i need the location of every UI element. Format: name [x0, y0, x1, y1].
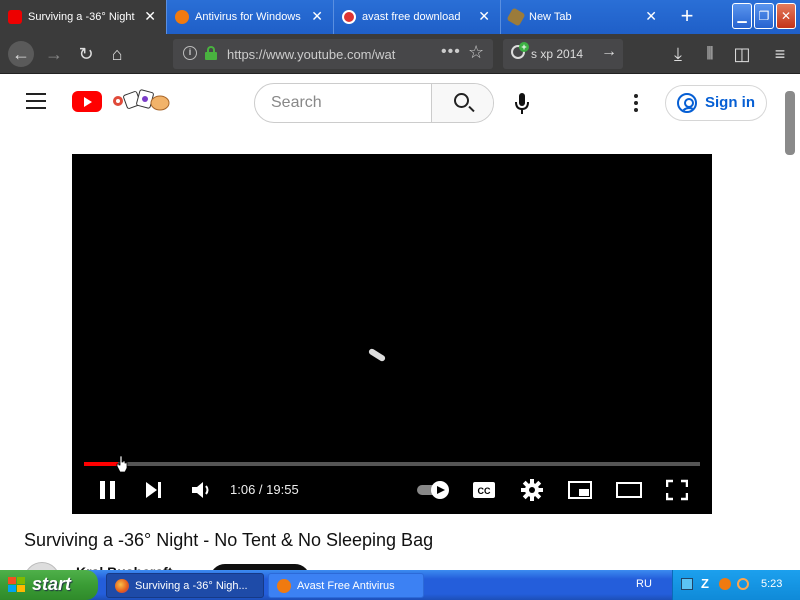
browser-toolbar: ← → ↻ ⌂ i https://www.youtube.com/wat ••… [0, 34, 800, 74]
sign-in-button[interactable]: Sign in [665, 85, 767, 121]
start-button[interactable]: start [0, 570, 98, 600]
tab-avast-download[interactable]: avast free download ✕ [334, 0, 500, 34]
reload-icon[interactable]: ↻ [74, 42, 98, 66]
sign-in-label: Sign in [705, 94, 755, 111]
avast-tray-icon[interactable] [719, 578, 731, 590]
volume-icon[interactable] [190, 478, 214, 502]
library-icon[interactable]: ⫼ [698, 42, 722, 66]
page-actions-icon[interactable]: ••• [441, 43, 461, 61]
miniplayer-icon[interactable] [568, 478, 592, 502]
autoplay-toggle[interactable] [416, 478, 452, 502]
newtab-favicon-icon [506, 7, 526, 27]
windows-taskbar: start Surviving a -36° Nigh... Avast Fre… [0, 570, 800, 600]
taskbar-item-title: Surviving a -36° Nigh... [135, 580, 248, 592]
avast-favicon-icon [175, 10, 189, 24]
search-go-arrow-icon[interactable]: → [601, 43, 617, 61]
tab-antivirus[interactable]: Antivirus for Windows ✕ [167, 0, 333, 34]
close-window-button[interactable]: ✕ [776, 3, 796, 29]
zonealarm-tray-icon[interactable]: Z [701, 577, 713, 590]
browser-tab-strip: Surviving a -36° Night ✕ Antivirus for W… [0, 0, 800, 34]
taskbar-item-avast[interactable]: Avast Free Antivirus [268, 573, 424, 598]
downloads-icon[interactable]: ⤓ [666, 42, 690, 66]
bookmark-star-icon[interactable]: ☆ [468, 42, 484, 63]
hand-cursor-icon [116, 456, 128, 472]
menu-icon[interactable]: ≡ [768, 42, 792, 66]
minimize-window-button[interactable]: ▁ [732, 3, 752, 29]
video-player[interactable]: 1:06 / 19:55 CC [72, 154, 712, 514]
youtube-favicon-icon [8, 10, 22, 24]
sidebar-toggle-icon[interactable]: ◫ [730, 42, 754, 66]
tab-close-icon[interactable]: ✕ [478, 9, 490, 23]
next-video-icon[interactable] [144, 478, 164, 502]
search-tray-icon[interactable] [737, 578, 749, 590]
page-scrollbar[interactable] [780, 75, 800, 570]
youtube-logo[interactable] [72, 91, 102, 112]
system-tray: Z 5:23 [672, 570, 800, 600]
closed-captions-icon[interactable]: CC [472, 478, 496, 502]
tab-close-icon[interactable]: ✕ [144, 9, 156, 23]
avast-icon [277, 579, 291, 593]
settings-more-icon[interactable] [634, 94, 638, 112]
search-bar[interactable]: + s xp 2014 → [503, 39, 623, 69]
loading-spinner [367, 347, 387, 363]
youtube-search-input[interactable] [255, 84, 431, 122]
voice-search-mic-icon[interactable] [515, 93, 529, 115]
tab-new-tab[interactable]: New Tab ✕ [501, 0, 667, 34]
fullscreen-icon[interactable] [666, 478, 688, 502]
youtube-search-button[interactable] [431, 84, 493, 122]
scrollbar-thumb[interactable] [785, 91, 795, 155]
forward-arrow-icon[interactable]: → [42, 42, 66, 66]
tab-close-icon[interactable]: ✕ [645, 9, 657, 23]
language-indicator[interactable]: RU [636, 578, 652, 590]
tab-title: Surviving a -36° Night [28, 11, 135, 23]
add-search-engine-icon: + [519, 42, 529, 52]
info-icon[interactable]: i [183, 46, 197, 60]
tab-title: New Tab [529, 11, 572, 23]
start-label: start [32, 574, 72, 594]
time-display: 1:06 / 19:55 [230, 482, 299, 497]
search-bar-text[interactable]: s xp 2014 [531, 47, 583, 61]
video-title: Surviving a -36° Night - No Tent & No Sl… [24, 530, 434, 550]
theater-mode-icon[interactable] [616, 478, 642, 502]
pause-icon[interactable] [98, 478, 118, 502]
account-circle-icon [677, 93, 697, 113]
taskbar-item-firefox[interactable]: Surviving a -36° Nigh... [106, 573, 264, 598]
youtube-doodle-icon[interactable] [108, 87, 170, 113]
windows-flag-icon [8, 577, 26, 593]
progress-bar[interactable] [84, 462, 700, 466]
new-tab-button[interactable]: + [667, 0, 707, 34]
url-text[interactable]: https://www.youtube.com/wat [227, 47, 427, 62]
tab-title: avast free download [362, 11, 461, 23]
home-icon[interactable]: ⌂ [105, 42, 129, 66]
clock: 5:23 [761, 578, 783, 590]
svg-text:CC: CC [478, 486, 491, 496]
guide-menu-icon[interactable] [26, 93, 46, 109]
google-favicon-icon [342, 10, 356, 24]
youtube-header: Sign in [0, 75, 780, 131]
firefox-icon [115, 579, 129, 593]
lock-icon[interactable] [205, 46, 217, 60]
progress-played [84, 462, 118, 466]
network-tray-icon[interactable] [681, 578, 693, 590]
back-arrow-icon[interactable]: ← [8, 41, 34, 67]
taskbar-item-title: Avast Free Antivirus [297, 580, 395, 592]
tab-youtube[interactable]: Surviving a -36° Night ✕ [0, 0, 166, 34]
tab-title: Antivirus for Windows [195, 11, 301, 23]
restore-window-button[interactable]: ❐ [754, 3, 774, 29]
settings-gear-icon[interactable] [520, 478, 544, 502]
address-bar[interactable]: i https://www.youtube.com/wat ••• ☆ [173, 39, 493, 69]
search-icon [454, 93, 469, 108]
tab-close-icon[interactable]: ✕ [311, 9, 323, 23]
youtube-search-box [254, 83, 494, 123]
